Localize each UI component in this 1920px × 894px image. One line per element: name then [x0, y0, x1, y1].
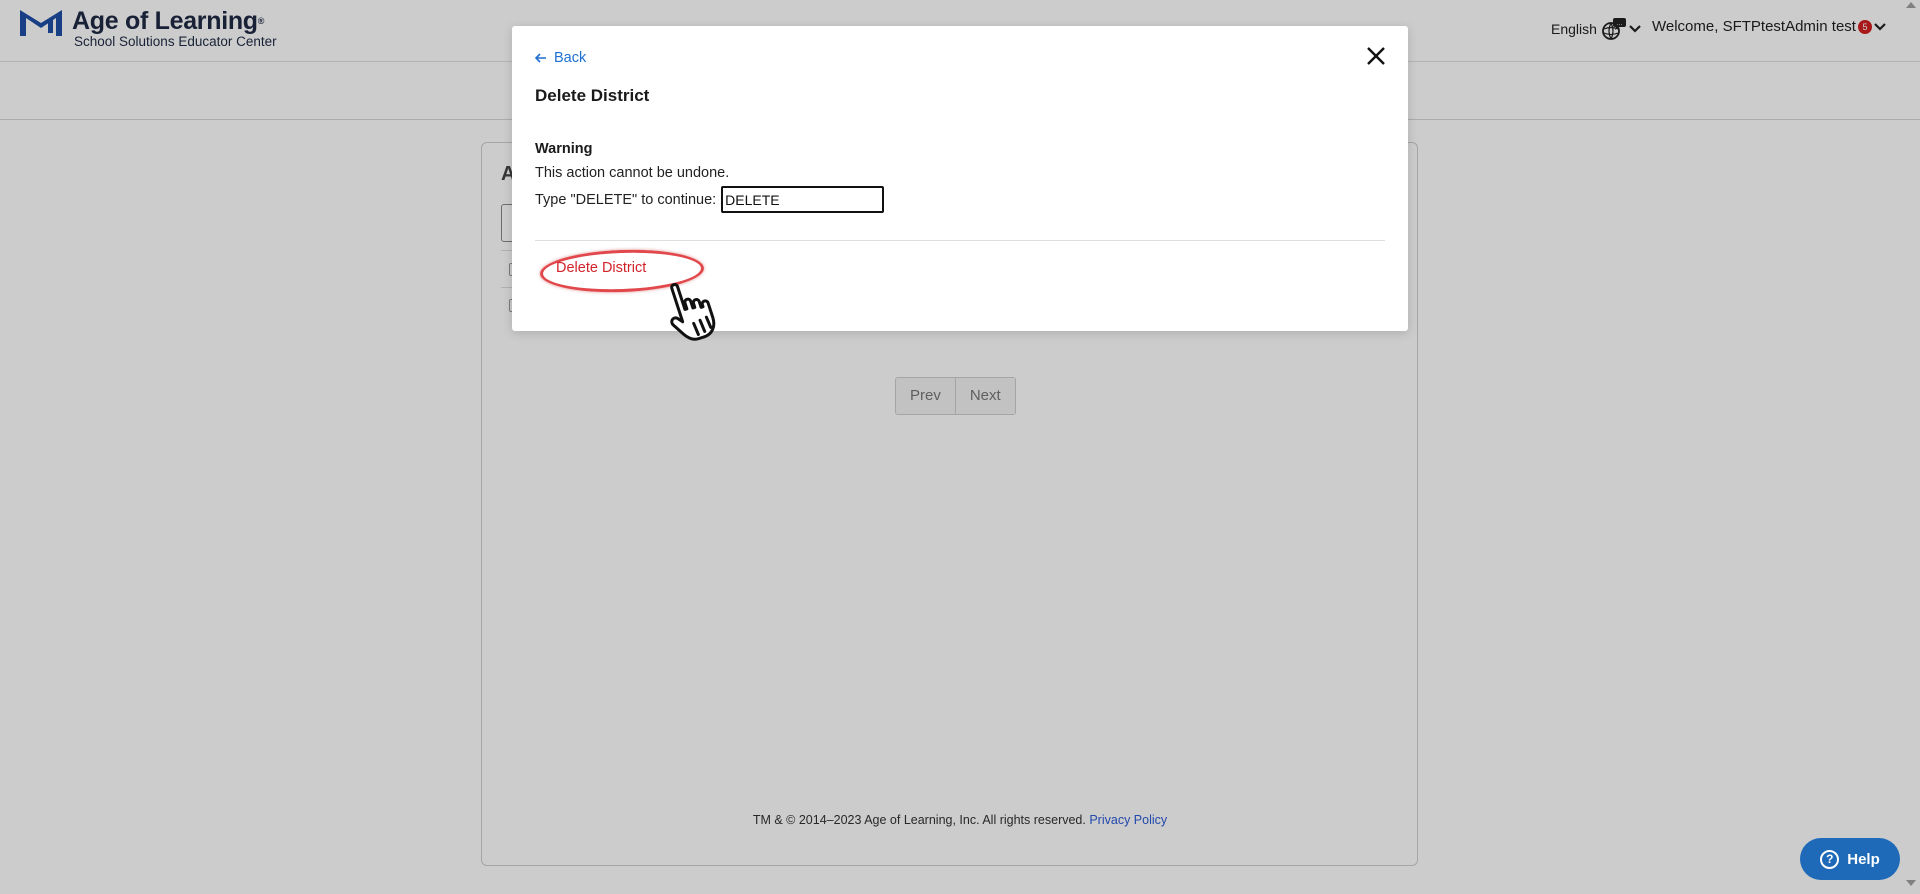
modal-divider — [535, 240, 1385, 241]
confirm-prompt: Type "DELETE" to continue: — [535, 191, 717, 208]
modal-title: Delete District — [535, 86, 650, 105]
help-label: Help — [1847, 850, 1880, 868]
hand-pointer-icon — [670, 283, 716, 341]
confirm-row: Type "DELETE" to continue: — [535, 186, 885, 213]
warning-text: This action cannot be undone. — [535, 165, 730, 181]
arrow-left-icon — [535, 53, 546, 63]
back-link[interactable]: Back — [535, 50, 586, 66]
help-button[interactable]: ? Help — [1800, 838, 1900, 880]
delete-confirm-input[interactable] — [721, 186, 885, 213]
question-circle-icon: ? — [1820, 849, 1840, 869]
warning-heading: Warning — [535, 141, 593, 157]
close-icon[interactable] — [1366, 46, 1386, 66]
back-label: Back — [554, 50, 587, 66]
